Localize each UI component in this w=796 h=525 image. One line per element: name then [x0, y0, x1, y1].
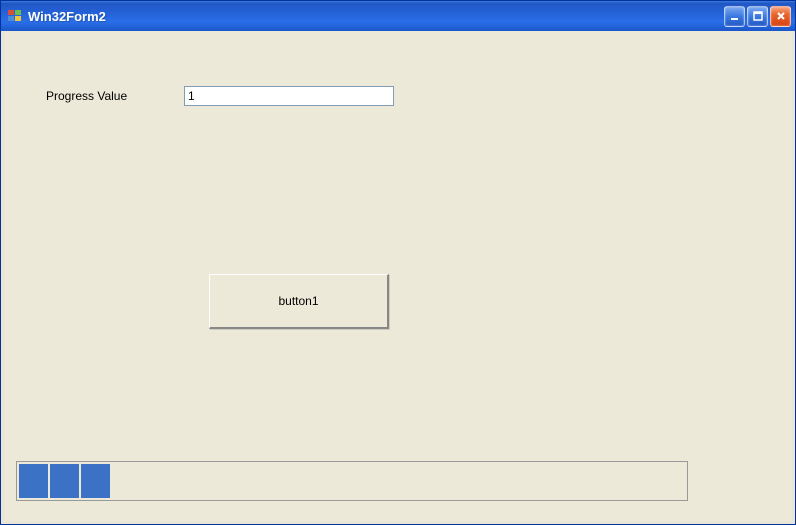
window-title: Win32Form2 [28, 9, 724, 24]
maximize-button[interactable] [747, 6, 768, 27]
progress-block [50, 464, 79, 498]
close-button[interactable] [770, 6, 791, 27]
progress-block [81, 464, 110, 498]
minimize-button[interactable] [724, 6, 745, 27]
progress-value-label: Progress Value [46, 89, 127, 103]
window-frame: Win32Form2 Progress Value button1 [0, 0, 796, 525]
window-controls [724, 6, 791, 27]
app-icon [7, 8, 23, 24]
progress-value-input[interactable] [184, 86, 394, 106]
progress-block [19, 464, 48, 498]
client-area: Progress Value button1 [4, 31, 792, 521]
progress-bar [16, 461, 688, 501]
titlebar: Win32Form2 [1, 1, 795, 31]
button1[interactable]: button1 [209, 274, 389, 329]
